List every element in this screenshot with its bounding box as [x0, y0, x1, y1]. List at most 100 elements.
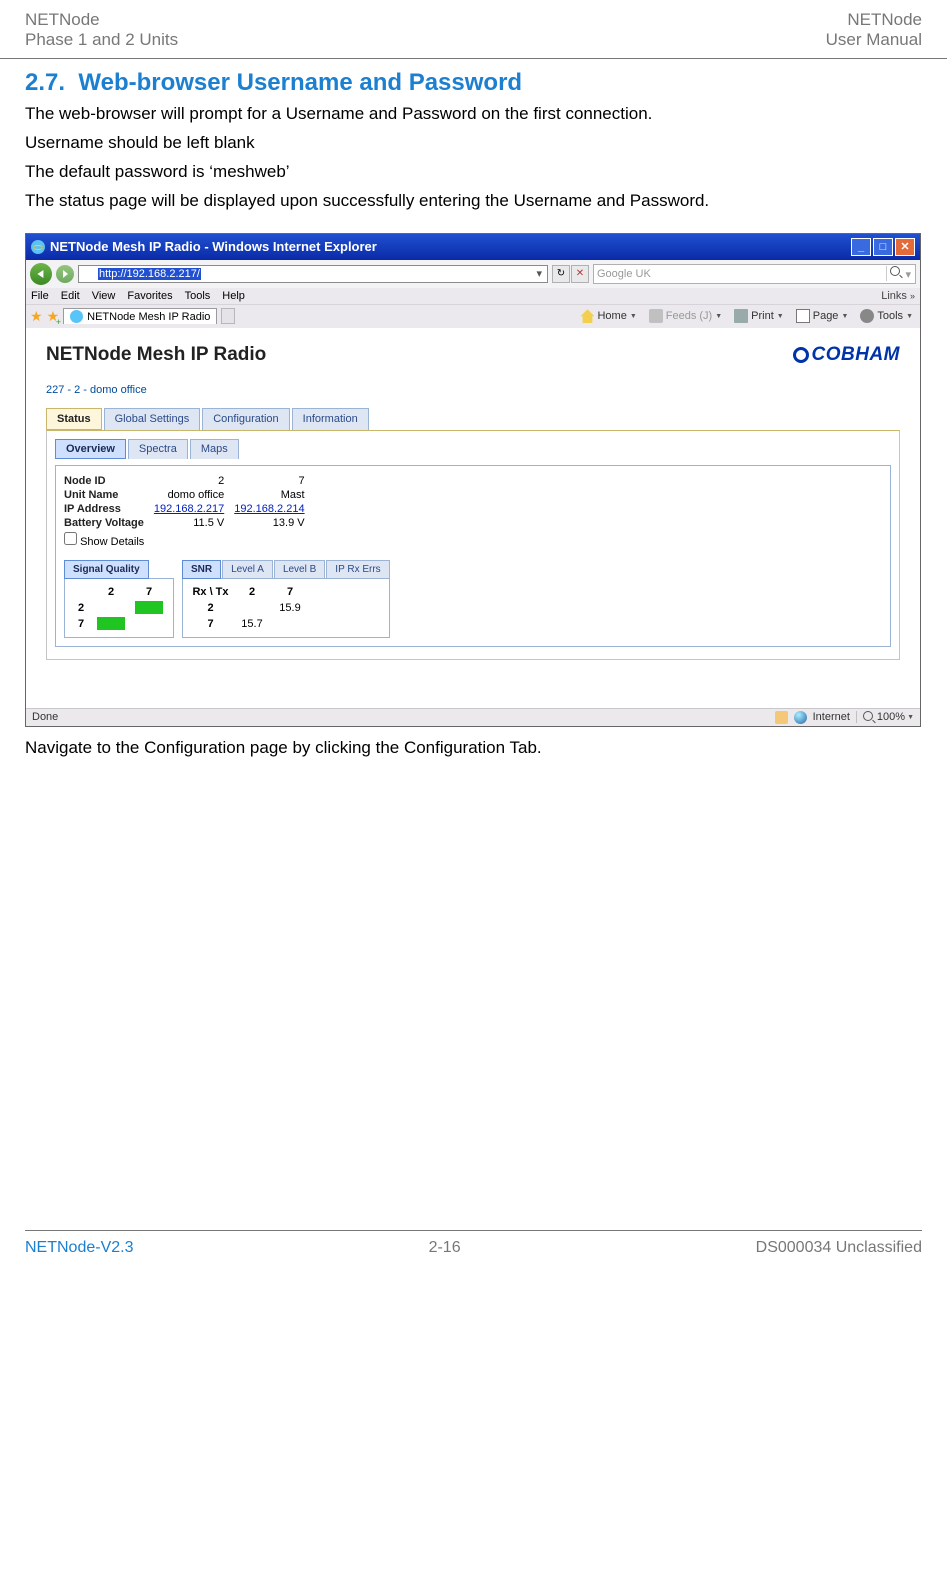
sub-tabs: Overview Spectra Maps: [55, 439, 891, 459]
signal-quality-box: Signal Quality 27 2 7: [64, 560, 174, 638]
window-titlebar: NETNode Mesh IP Radio - Windows Internet…: [26, 234, 920, 260]
row-unit-name: Unit Namedomo officeMast: [64, 488, 315, 502]
show-details-label: Show Details: [80, 536, 144, 548]
browser-screenshot: NETNode Mesh IP Radio - Windows Internet…: [25, 233, 921, 727]
tab-level-a[interactable]: Level A: [222, 560, 273, 579]
tab-content: Overview Spectra Maps Node ID27 Unit Nam…: [46, 430, 900, 660]
paragraph-1: The web-browser will prompt for a Userna…: [25, 103, 922, 126]
search-placeholder: Google UK: [597, 268, 651, 280]
footer-version: NETNode-V2.3: [25, 1239, 134, 1257]
ip-link-2[interactable]: 192.168.2.214: [234, 502, 314, 516]
menu-bar: File Edit View Favorites Tools Help Link…: [26, 288, 920, 304]
search-icon: [890, 266, 902, 278]
tab-favicon-icon: [70, 310, 83, 323]
browser-tab[interactable]: NETNode Mesh IP Radio: [63, 308, 217, 324]
show-details-checkbox[interactable]: [64, 532, 77, 545]
search-box[interactable]: Google UK ▾: [593, 264, 916, 284]
home-icon: [580, 309, 594, 323]
address-bar[interactable]: http://192.168.2.217/ ▾: [78, 265, 548, 283]
favorites-star-icon[interactable]: ★: [30, 308, 43, 325]
add-favorite-icon[interactable]: ★+: [47, 308, 60, 325]
refresh-button[interactable]: ↻: [552, 265, 570, 283]
tab-global-settings[interactable]: Global Settings: [104, 408, 201, 430]
paragraph-3: The default password is ‘meshweb’: [25, 161, 922, 184]
tools-button[interactable]: Tools ▼: [857, 308, 916, 324]
signal-block-icon: [97, 617, 125, 630]
menu-view[interactable]: View: [92, 290, 116, 302]
home-button[interactable]: Home ▼: [577, 308, 639, 324]
ie-icon: [31, 240, 45, 254]
address-bar-row: http://192.168.2.217/ ▾ ↻ ✕ Google UK ▾: [26, 260, 920, 288]
quality-row: Signal Quality 27 2 7 SNR: [64, 560, 882, 638]
print-icon: [734, 309, 748, 323]
row-ip-address: IP Address192.168.2.217192.168.2.214: [64, 502, 315, 516]
zoom-control[interactable]: 100% ▼: [856, 711, 914, 723]
minimize-button[interactable]: _: [851, 238, 871, 256]
tab-ip-rx-errs[interactable]: IP Rx Errs: [326, 560, 389, 579]
footer-page-number: 2-16: [429, 1239, 461, 1257]
tools-icon: [860, 309, 874, 323]
ip-link-1[interactable]: 192.168.2.217: [154, 502, 234, 516]
content-area: 2.7. Web-browser Username and Password T…: [0, 59, 947, 760]
signal-block-icon: [135, 601, 163, 614]
menu-tools[interactable]: Tools: [185, 290, 211, 302]
command-bar: ★ ★+ NETNode Mesh IP Radio Home ▼ Feeds …: [26, 304, 920, 328]
tab-level-b[interactable]: Level B: [274, 560, 325, 579]
tab-information[interactable]: Information: [292, 408, 369, 430]
status-done: Done: [32, 711, 58, 723]
page-icon: [81, 267, 95, 281]
forward-button[interactable]: [56, 265, 74, 283]
row-battery: Battery Voltage11.5 V13.9 V: [64, 516, 315, 530]
status-bar: Done Internet 100% ▼: [26, 708, 920, 726]
tab-signal-quality[interactable]: Signal Quality: [64, 560, 149, 579]
close-button[interactable]: ✕: [895, 238, 915, 256]
header-right: NETNode User Manual: [826, 10, 922, 50]
paragraph-after: Navigate to the Configuration page by cl…: [25, 737, 922, 760]
menu-help[interactable]: Help: [222, 290, 245, 302]
header-left-line2: Phase 1 and 2 Units: [25, 30, 178, 50]
tab-status[interactable]: Status: [46, 408, 102, 430]
signal-grid: 27 2 7: [70, 584, 168, 632]
tab-snr[interactable]: SNR: [182, 560, 221, 579]
main-tabs: Status Global Settings Configuration Inf…: [46, 408, 900, 430]
header-left: NETNode Phase 1 and 2 Units: [25, 10, 178, 50]
section-heading: 2.7. Web-browser Username and Password: [25, 69, 922, 97]
feeds-button: Feeds (J) ▼: [646, 308, 725, 324]
row-node-id: Node ID27: [64, 474, 315, 488]
subtab-overview[interactable]: Overview: [55, 439, 126, 459]
footer-classification: DS000034 Unclassified: [756, 1239, 922, 1257]
snr-grid: Rx \ Tx27 215.9 715.7: [188, 584, 384, 632]
globe-icon: [794, 711, 807, 724]
new-tab-button[interactable]: [221, 308, 234, 324]
page-body: COBHAM NETNode Mesh IP Radio 227 - 2 - d…: [26, 328, 920, 708]
brand-logo: COBHAM: [793, 344, 901, 366]
page-header: NETNode Phase 1 and 2 Units NETNode User…: [0, 0, 947, 59]
tab-title: NETNode Mesh IP Radio: [87, 311, 210, 323]
page-button[interactable]: Page ▼: [793, 308, 852, 324]
menu-file[interactable]: File: [31, 290, 49, 302]
links-toolbar[interactable]: Links »: [881, 290, 915, 302]
stop-button[interactable]: ✕: [571, 265, 589, 283]
print-button[interactable]: Print ▼: [731, 308, 787, 324]
tab-configuration[interactable]: Configuration: [202, 408, 289, 430]
subtab-maps[interactable]: Maps: [190, 439, 239, 459]
page-icon-cmd: [796, 309, 810, 323]
url-dropdown-icon[interactable]: ▾: [533, 267, 545, 280]
search-button[interactable]: ▾: [886, 266, 914, 281]
subtab-spectra[interactable]: Spectra: [128, 439, 188, 459]
header-left-line1: NETNode: [25, 10, 178, 30]
paragraph-2: Username should be left blank: [25, 132, 922, 155]
maximize-button[interactable]: □: [873, 238, 893, 256]
back-button[interactable]: [30, 263, 52, 285]
overview-table: Node ID27 Unit Namedomo officeMast IP Ad…: [64, 474, 315, 530]
status-zone: Internet: [813, 711, 850, 723]
page-title: NETNode Mesh IP Radio: [46, 344, 900, 366]
node-id-line: 227 - 2 - domo office: [46, 384, 900, 396]
brand-ring-icon: [793, 347, 809, 363]
header-right-line2: User Manual: [826, 30, 922, 50]
page-footer: NETNode-V2.3 2-16 DS000034 Unclassified: [25, 1230, 922, 1265]
header-right-line1: NETNode: [826, 10, 922, 30]
show-details-row: Show Details: [64, 532, 882, 548]
menu-favorites[interactable]: Favorites: [127, 290, 172, 302]
menu-edit[interactable]: Edit: [61, 290, 80, 302]
